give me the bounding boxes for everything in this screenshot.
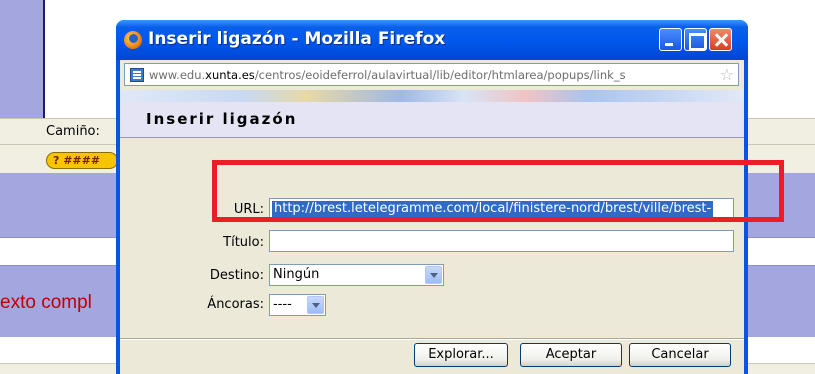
header-artwork <box>120 90 744 102</box>
path-label: Camiño: <box>46 124 100 139</box>
anchors-select-value: ---- <box>273 297 292 312</box>
minimize-icon[interactable] <box>659 28 682 51</box>
address-field[interactable]: www.edu.xunta.es/centros/eoideferrol/aul… <box>124 63 739 86</box>
chevron-down-icon[interactable] <box>425 266 442 284</box>
window-titlebar[interactable]: Inserir ligazón - Mozilla Firefox <box>116 20 748 60</box>
highlight-box <box>212 160 784 222</box>
address-domain: xunta.es <box>205 68 255 82</box>
address-host: www.edu. <box>149 68 206 82</box>
explore-button[interactable]: Explorar... <box>414 343 508 367</box>
target-label: Destino: <box>209 268 264 283</box>
dialog-content: Inserir ligazón URL: http://brest.letele… <box>120 90 744 374</box>
dialog-title: Inserir ligazón <box>146 110 298 128</box>
help-button[interactable]: ? #### <box>46 152 118 169</box>
anchors-select[interactable]: ---- <box>269 294 326 316</box>
page-body-text: exto compl <box>0 292 92 313</box>
anchors-label: Áncoras: <box>207 297 264 312</box>
maximize-icon[interactable] <box>684 28 707 51</box>
cancel-button[interactable]: Cancelar <box>629 343 731 367</box>
site-icon <box>130 68 144 82</box>
title-label: Título: <box>223 235 264 250</box>
close-icon[interactable] <box>709 28 732 51</box>
bookmark-star-icon[interactable]: ☆ <box>720 66 734 84</box>
target-select-value: Ningún <box>273 267 320 282</box>
accept-button[interactable]: Aceptar <box>520 343 622 367</box>
title-input[interactable] <box>269 230 734 252</box>
firefox-icon <box>124 31 142 49</box>
address-text: www.edu.xunta.es/centros/eoideferrol/aul… <box>149 68 626 82</box>
address-path: /centros/eoideferrol/aulavirtual/lib/edi… <box>254 68 626 82</box>
page-left-panel <box>0 0 44 118</box>
window-title: Inserir ligazón - Mozilla Firefox <box>148 29 446 49</box>
chevron-down-icon[interactable] <box>307 296 324 314</box>
target-select[interactable]: Ningún <box>269 264 444 286</box>
address-bar: www.edu.xunta.es/centros/eoideferrol/aul… <box>120 60 744 90</box>
button-divider <box>120 338 744 340</box>
page-left-border <box>43 0 45 118</box>
